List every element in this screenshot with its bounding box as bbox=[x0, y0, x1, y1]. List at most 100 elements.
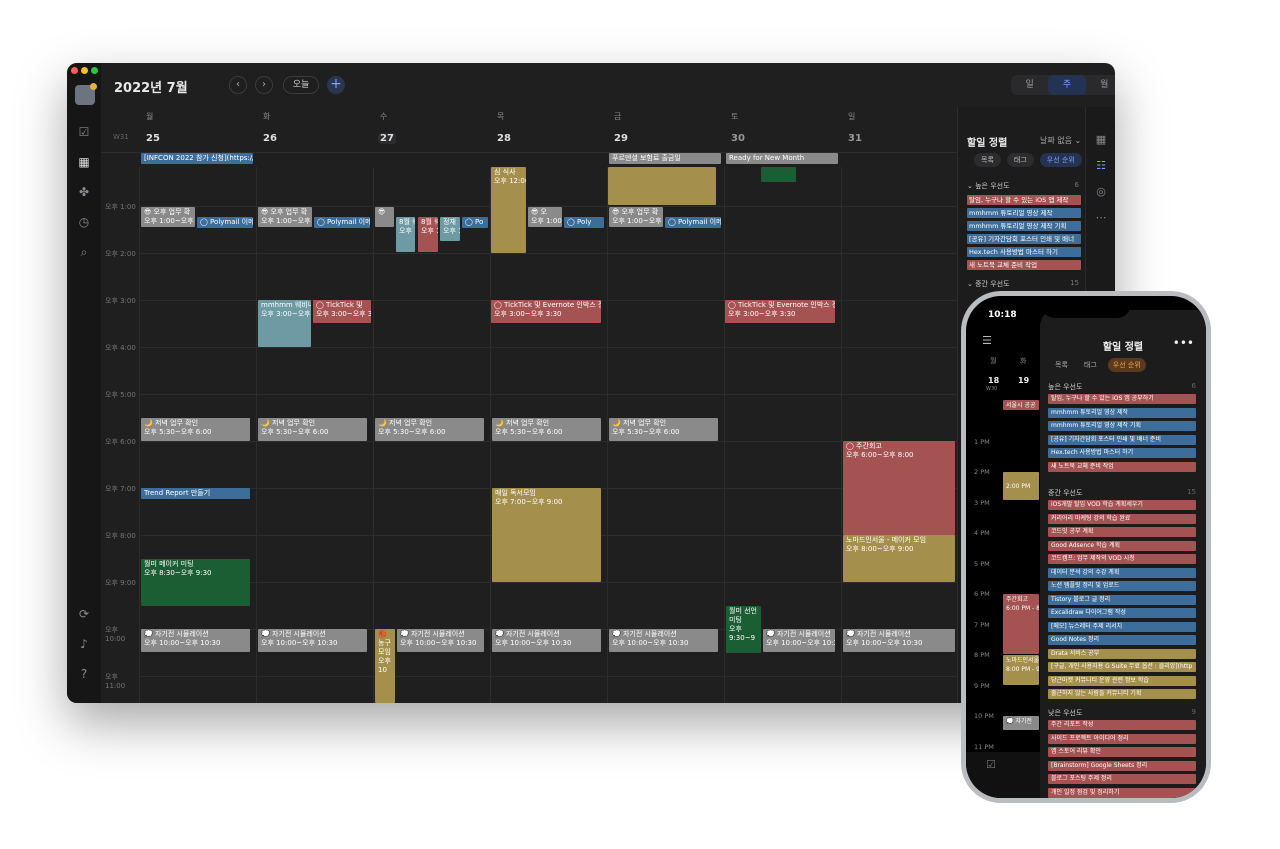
event-block[interactable]: 8월 웨비오후 1 bbox=[418, 217, 438, 252]
event-block[interactable]: ◯ 주간회고 오후 6:00~오후 8:00 bbox=[843, 441, 955, 535]
phone-task-item[interactable]: Good Adsence 학습 계획 bbox=[1048, 540, 1196, 551]
event-block[interactable]: 😎 오후 업무 확오후 1:00~오후 1:3 bbox=[141, 207, 195, 227]
chip-priority[interactable]: 우선 순위 bbox=[1107, 358, 1146, 372]
phone-event[interactable]: 노마드인서울 8:00 PM - 9 bbox=[1003, 655, 1039, 685]
bell-icon[interactable]: ♪ bbox=[77, 637, 91, 651]
close-window-button[interactable] bbox=[71, 67, 78, 74]
task-item[interactable]: [공유] 기자간담회 포스터 인쇄 및 배너 bbox=[967, 234, 1081, 244]
date-number[interactable]: 26 bbox=[263, 133, 277, 144]
grid-icon[interactable]: ✤ bbox=[77, 185, 91, 199]
phone-event[interactable]: 2:00 PM bbox=[1003, 472, 1039, 500]
phone-task-item[interactable]: 탈임, 누구나 할 수 있는 iOS 앱 공부하기 bbox=[1048, 394, 1196, 404]
event-block[interactable]: 😎 오후 업무 확오후 1:00~오후 1:3 bbox=[609, 207, 663, 227]
event-block[interactable]: 🌙 저녁 업무 확인 오후 5:30~오후 6:00 bbox=[609, 418, 718, 441]
zoom-window-button[interactable] bbox=[91, 67, 98, 74]
event-block[interactable]: 🏀 농구 모임 오후 10 bbox=[375, 629, 395, 703]
event-block[interactable]: 🌙 저녁 업무 확인 오후 5:30~오후 6:00 bbox=[492, 418, 601, 441]
phone-task-item[interactable]: 앱 스토어 리뷰 확인 bbox=[1048, 747, 1196, 757]
next-week-button[interactable]: › bbox=[255, 76, 273, 94]
sync-icon[interactable]: ⟳ bbox=[77, 607, 91, 621]
phone-task-item[interactable]: mmhmm 튜토리얼 영상 제작 bbox=[1048, 407, 1196, 418]
phone-task-item[interactable]: Good Notes 정리 bbox=[1048, 635, 1196, 645]
search-icon[interactable]: ⌕ bbox=[77, 245, 91, 259]
event-block[interactable]: 심 식사 오후 12:00 bbox=[491, 167, 526, 253]
allday-event[interactable]: Ready for New Month bbox=[726, 153, 838, 164]
view-day-tab[interactable]: 일 bbox=[1011, 75, 1048, 95]
phone-task-item[interactable]: [Brainstorm] Google Sheets 정리 bbox=[1048, 760, 1196, 771]
date-number[interactable]: 29 bbox=[614, 133, 628, 144]
avatar[interactable] bbox=[75, 83, 97, 105]
event-block[interactable]: ◯ TickTick 및 오후 3:00~오후 3 bbox=[313, 300, 371, 323]
event-block[interactable]: 매일 독서모임 오후 7:00~오후 9:00 bbox=[492, 488, 601, 582]
phone-task-item[interactable]: 주간 리포트 작성 bbox=[1048, 720, 1196, 730]
chip-list[interactable]: 목록 bbox=[1050, 358, 1073, 372]
more-icon[interactable]: ••• bbox=[1173, 336, 1194, 350]
phone-low-header[interactable]: 낮은 우선도 9 bbox=[1048, 708, 1196, 718]
phone-task-item[interactable]: mmhmm 튜토리얼 영상 제작 기획 bbox=[1048, 421, 1196, 431]
event-block[interactable]: 💭 자기전 시뮬레이션 오후 10:00~오후 10:30 bbox=[492, 629, 601, 652]
filter-icon[interactable]: ◎ bbox=[1094, 185, 1108, 199]
event-block[interactable]: ◯ Polymail 이메 bbox=[314, 217, 370, 228]
event-block[interactable]: 😎 오 오후 1:00 bbox=[528, 207, 562, 227]
event-block[interactable]: 💭 자기전 시뮬레이션 오후 10:00~오후 10:30 bbox=[843, 629, 955, 652]
more-icon[interactable]: ⋯ bbox=[1094, 211, 1108, 225]
phone-high-header[interactable]: 높은 우선도 6 bbox=[1048, 382, 1196, 392]
allday-event[interactable]: [INFCON 2022 참가 신청](https://i bbox=[141, 153, 253, 164]
add-event-button[interactable]: + bbox=[327, 76, 345, 94]
event-block[interactable]: 💭 자기전 시뮬레이션 오후 10:00~오후 10:30 bbox=[609, 629, 718, 652]
phone-task-item[interactable]: iOS개발 탈임 VOD 학습 계획세우기 bbox=[1048, 500, 1196, 510]
event-block[interactable]: ◯ Po bbox=[462, 217, 488, 228]
chip-list[interactable]: 목록 bbox=[974, 153, 1001, 167]
task-item[interactable]: 새 노트북 교체 준비 작업 bbox=[967, 260, 1081, 270]
event-block[interactable]: 💭 자기전 시뮬레이션 오후 10:00~오후 10:30 bbox=[763, 629, 835, 652]
phone-mid-header[interactable]: 중간 우선도 15 bbox=[1048, 488, 1196, 498]
event-block[interactable]: ◯ Polymail 이메 bbox=[665, 217, 721, 228]
phone-task-item[interactable]: Tistory 블로그 글 정리 bbox=[1048, 594, 1196, 605]
phone-task-item[interactable]: Hex.tech 사용방법 마스터 하기 bbox=[1048, 448, 1196, 458]
chip-priority[interactable]: 우선 순위 bbox=[1039, 153, 1082, 167]
mid-priority-header[interactable]: ⌄ 중간 우선도 15 bbox=[967, 279, 1079, 289]
allday-event[interactable]: 푸르덴셜 보험료 출금일 bbox=[609, 153, 721, 164]
event-block[interactable]: Trend Report 만들기 bbox=[141, 488, 250, 499]
event-block[interactable]: ◯ Poly bbox=[564, 217, 604, 228]
date-filter-dropdown[interactable]: 날짜 없음 ⌄ bbox=[1040, 135, 1081, 146]
task-calendar-icon[interactable]: ☷ bbox=[1094, 159, 1108, 173]
event-block[interactable]: 💭 자기전 시뮬레이션 오후 10:00~오후 10:30 bbox=[258, 629, 367, 652]
event-block[interactable]: ◯ Polymail 이메 bbox=[197, 217, 253, 228]
event-block[interactable]: 8월 웨비오후 1 bbox=[396, 217, 415, 252]
chip-tag[interactable]: 태그 bbox=[1079, 358, 1102, 372]
phone-task-item[interactable]: 새 노트북 교체 준비 작업 bbox=[1048, 461, 1196, 472]
task-item[interactable]: Hex.tech 사용방법 마스터 하기 bbox=[967, 247, 1081, 257]
phone-task-item[interactable]: 사이드 프로젝트 아이디어 정리 bbox=[1048, 733, 1196, 744]
checkbox-icon[interactable]: ☑ bbox=[986, 758, 996, 771]
phone-task-item[interactable]: [공유] 기자간담회 포스터 인쇄 및 배너 준비 bbox=[1048, 434, 1196, 445]
high-priority-header[interactable]: ⌄ 높은 우선도 6 bbox=[967, 181, 1079, 191]
phone-task-item[interactable]: 코드캠프: 업무 제작의 VOD 시청 bbox=[1048, 554, 1196, 564]
phone-task-item[interactable]: 줄근하지 않는 사람들 커뮤니티 기획 bbox=[1048, 689, 1196, 699]
event-block[interactable]: 🌙 저녁 업무 확인 오후 5:30~오후 6:00 bbox=[375, 418, 484, 441]
date-number[interactable]: 25 bbox=[146, 133, 160, 144]
chip-tag[interactable]: 태그 bbox=[1006, 153, 1034, 167]
phone-task-item[interactable]: 코드잇 공부 계획 bbox=[1048, 527, 1196, 537]
phone-event[interactable]: 💭 자기전 bbox=[1003, 716, 1039, 730]
phone-task-item[interactable]: 데이터 분석 강의 수강 계획 bbox=[1048, 567, 1196, 578]
help-icon[interactable]: ? bbox=[77, 667, 91, 681]
event-block[interactable]: 월미 메이커 미팅 오후 8:30~오후 9:30 bbox=[141, 559, 250, 606]
event-block[interactable]: 🌙 저녁 업무 확인 오후 5:30~오후 6:00 bbox=[141, 418, 250, 441]
phone-event[interactable]: 주간회고 6:00 PM - 8 bbox=[1003, 594, 1039, 654]
checkbox-icon[interactable]: ☑ bbox=[77, 125, 91, 139]
phone-task-item[interactable]: Excalidraw 다이어그램 작성 bbox=[1048, 608, 1196, 618]
minimize-window-button[interactable] bbox=[81, 67, 88, 74]
date-number[interactable]: 28 bbox=[497, 133, 511, 144]
view-week-tab[interactable]: 주 bbox=[1048, 75, 1086, 95]
phone-task-item[interactable]: 개인 일정 점검 및 정리하기 bbox=[1048, 787, 1196, 798]
calendar-icon[interactable]: ▦ bbox=[1094, 133, 1108, 147]
clock-icon[interactable]: ◷ bbox=[77, 215, 91, 229]
phone-task-item[interactable]: 블로그 포스팅 주제 정리 bbox=[1048, 774, 1196, 784]
event-block[interactable]: 😎 오후 업무 확오후 1:00~오후 1:3 bbox=[258, 207, 312, 227]
event-block[interactable]: 💭 자기전 시뮬레이션 오후 10:00~오후 10:30 bbox=[141, 629, 250, 652]
event-block[interactable]: ◯ TickTick 및 Evernote 인박스 정리 오후 3:00~오후 3… bbox=[725, 300, 835, 323]
event-block[interactable]: mmhmm 웨비나오후 3:00~오후 4:0 bbox=[258, 300, 311, 347]
task-item[interactable]: 탈임, 누구나 할 수 있는 iOS 앱 제작 bbox=[967, 195, 1081, 205]
today-button[interactable]: 오늘 bbox=[283, 76, 319, 94]
